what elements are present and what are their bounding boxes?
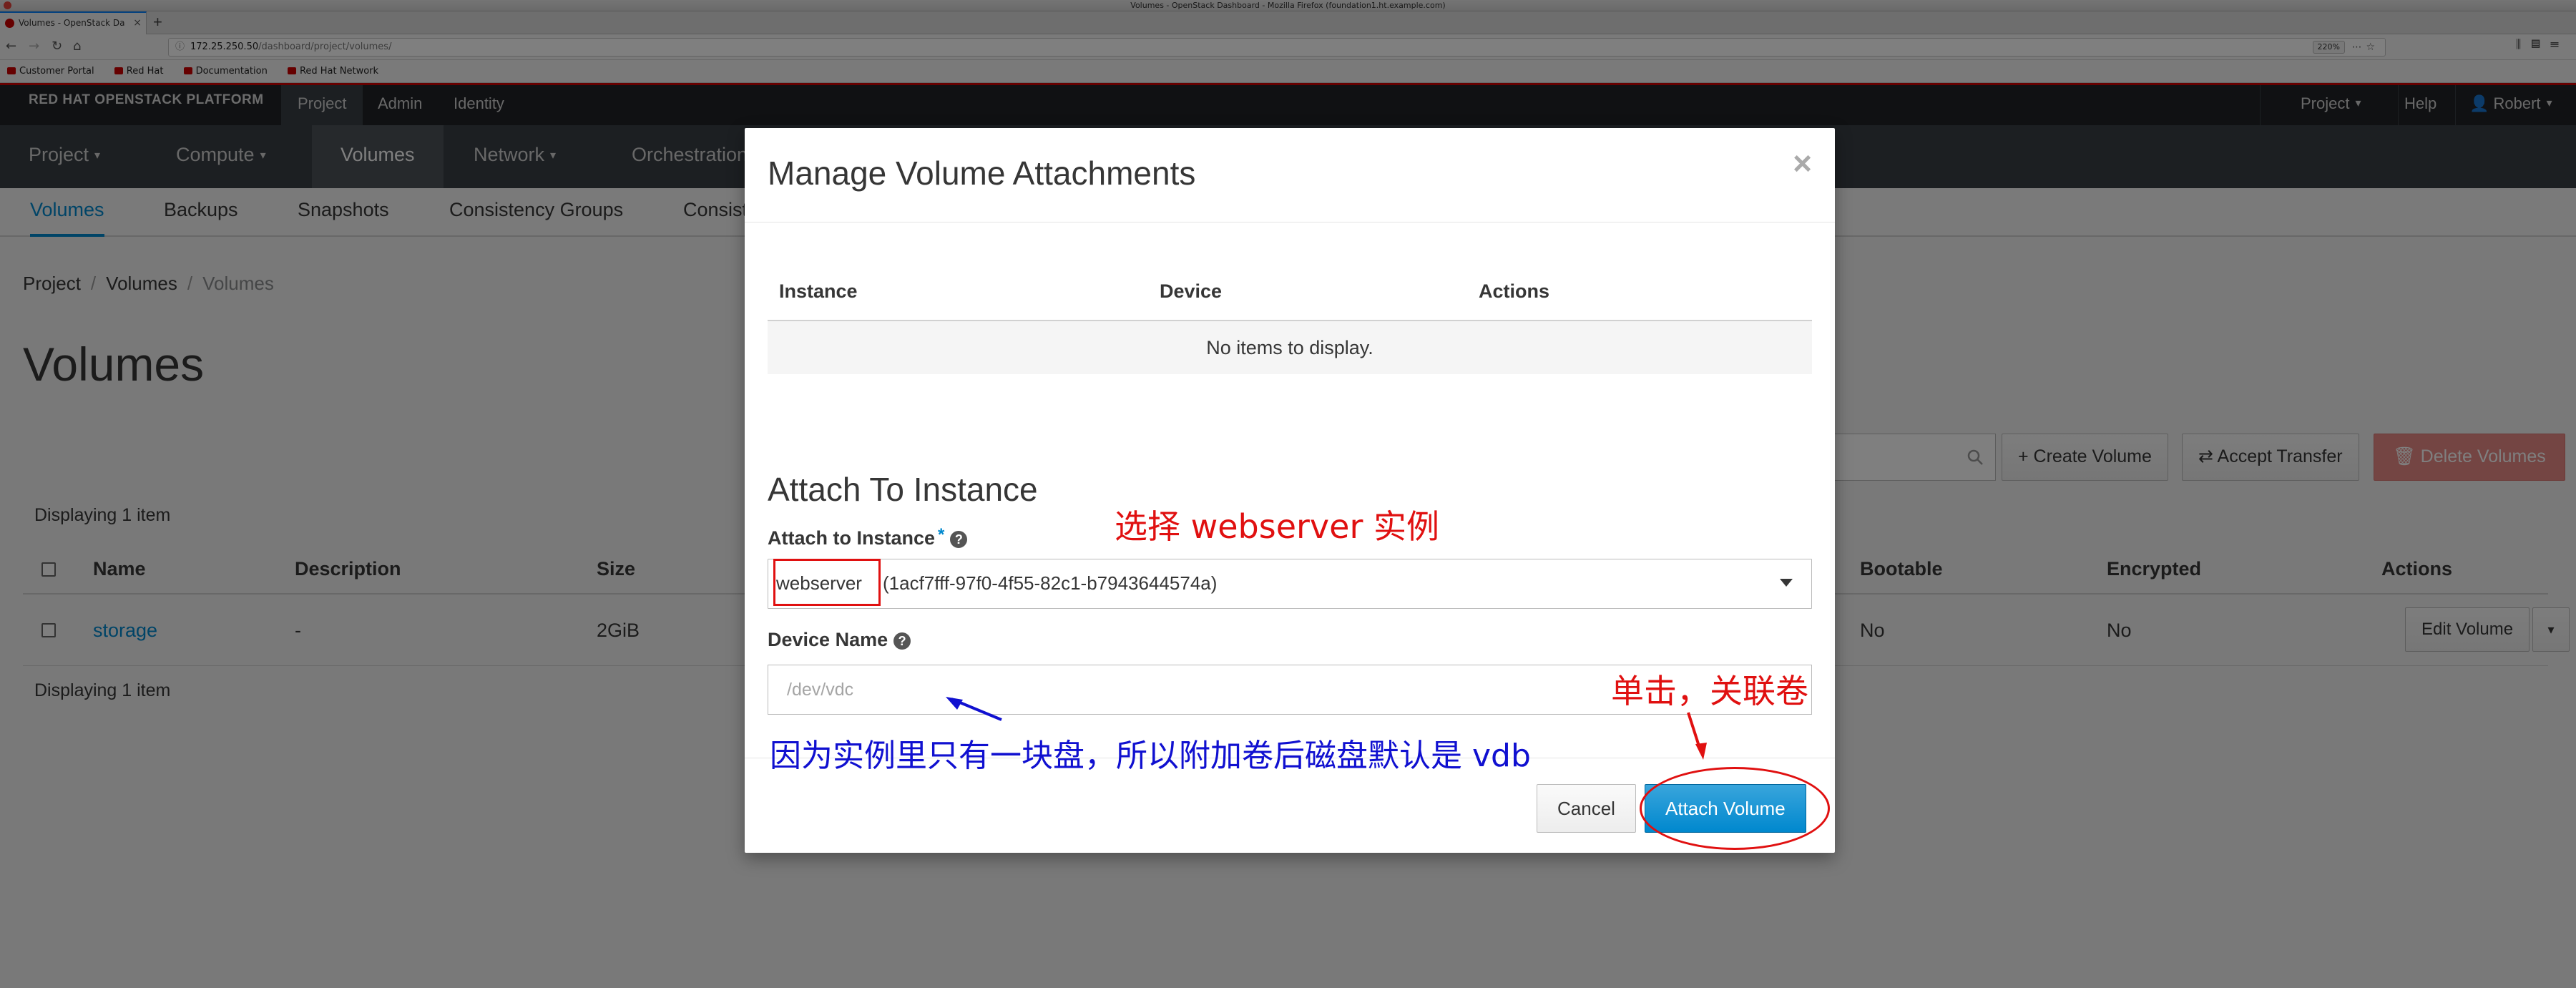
column-header: Actions (1479, 280, 1550, 302)
close-icon[interactable]: × (1793, 144, 1812, 182)
empty-table-message: No items to display. (768, 321, 1812, 374)
cancel-button[interactable]: Cancel (1537, 784, 1636, 833)
annotation-select-instance: 选择 webserver 实例 (1115, 507, 1439, 546)
modal-title: Manage Volume Attachments (768, 155, 1196, 192)
modal-header: Manage Volume Attachments × (745, 128, 1835, 222)
annotation-device-note: 因为实例里只有一块盘，所以附加卷后磁盘默认是 vdb (770, 738, 1531, 774)
required-mark: * (938, 525, 945, 544)
attach-to-instance-label: Attach to Instance *? (768, 525, 968, 549)
attachments-table-header: Instance Device Actions (768, 268, 1812, 321)
annotation-highlight-box (773, 559, 881, 606)
section-title: Attach To Instance (768, 471, 1038, 508)
annotation-highlight-ellipse (1640, 767, 1830, 850)
column-header: Instance (779, 280, 858, 302)
annotation-click-attach: 单击，关联卷 (1611, 672, 1808, 710)
instance-select[interactable]: webserver (1acf7fff-97f0-4f55-82c1-b7943… (768, 559, 1812, 609)
help-icon[interactable]: ? (950, 531, 968, 548)
instance-id: (1acf7fff-97f0-4f55-82c1-b7943644574a) (883, 572, 1218, 594)
help-icon[interactable]: ? (893, 632, 911, 650)
chevron-down-icon (1780, 579, 1793, 587)
column-header: Device (1160, 280, 1223, 302)
device-name-label: Device Name? (768, 629, 911, 651)
